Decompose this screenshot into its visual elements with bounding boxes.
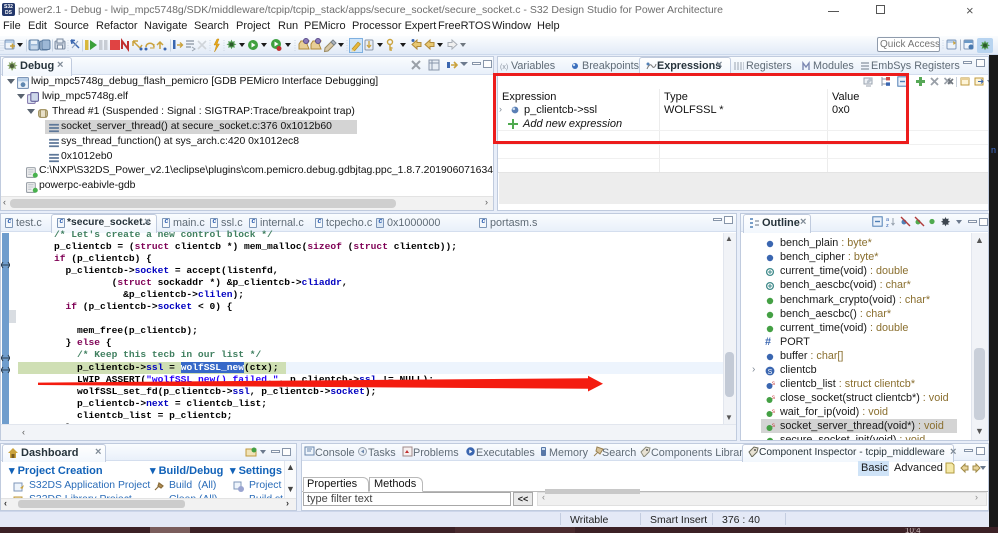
- svg-text:s: s: [772, 395, 775, 401]
- svg-text:(x): (x): [500, 64, 508, 71]
- svg-text:s: s: [772, 381, 775, 387]
- svg-text:S: S: [768, 369, 773, 376]
- svg-text:z: z: [886, 223, 889, 227]
- svg-text:s: s: [772, 409, 775, 415]
- svg-text:s: s: [772, 423, 775, 429]
